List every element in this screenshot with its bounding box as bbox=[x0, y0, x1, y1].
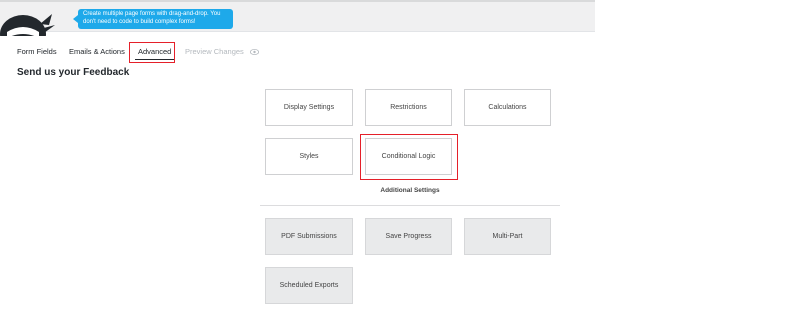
promo-text-line1: Create multiple page forms with drag-and… bbox=[83, 11, 221, 17]
promo-text-line2: don't need to code to build complex form… bbox=[83, 18, 196, 25]
tab-preview-changes[interactable]: Preview Changes bbox=[185, 47, 259, 56]
tab-preview-changes-label: Preview Changes bbox=[185, 47, 244, 56]
additional-settings-heading: Additional Settings bbox=[380, 187, 440, 194]
promo-tooltip[interactable]: Create multiple page forms with drag-and… bbox=[73, 9, 233, 29]
scheduled-exports-button[interactable]: Scheduled Exports bbox=[265, 267, 353, 304]
advanced-tab-highlight bbox=[129, 42, 175, 63]
calculations-button[interactable]: Calculations bbox=[464, 89, 551, 126]
scheduled-exports-label: Scheduled Exports bbox=[279, 282, 339, 289]
pdf-submissions-button[interactable]: PDF Submissions bbox=[265, 218, 353, 255]
multi-part-button[interactable]: Multi-Part bbox=[464, 218, 551, 255]
tab-emails-actions[interactable]: Emails & Actions bbox=[69, 47, 125, 56]
styles-label: Styles bbox=[299, 153, 319, 160]
restrictions-button[interactable]: Restrictions bbox=[365, 89, 452, 126]
eye-icon bbox=[249, 48, 259, 57]
save-progress-button[interactable]: Save Progress bbox=[365, 218, 452, 255]
section-divider bbox=[260, 205, 560, 206]
styles-button[interactable]: Styles bbox=[265, 138, 353, 175]
restrictions-label: Restrictions bbox=[390, 104, 427, 111]
tab-form-fields-label: Form Fields bbox=[17, 47, 57, 56]
conditional-logic-highlight bbox=[360, 134, 458, 180]
calculations-label: Calculations bbox=[488, 104, 527, 111]
save-progress-label: Save Progress bbox=[385, 233, 432, 240]
ninja-logo-icon bbox=[0, 8, 64, 36]
pdf-submissions-label: PDF Submissions bbox=[281, 233, 337, 240]
tab-form-fields[interactable]: Form Fields bbox=[17, 47, 57, 56]
tab-emails-actions-label: Emails & Actions bbox=[69, 47, 125, 56]
display-settings-button[interactable]: Display Settings bbox=[265, 89, 353, 126]
page-title: Send us your Feedback bbox=[17, 67, 130, 78]
display-settings-label: Display Settings bbox=[283, 104, 335, 111]
multi-part-label: Multi-Part bbox=[492, 233, 523, 240]
top-edge-divider bbox=[0, 0, 595, 2]
